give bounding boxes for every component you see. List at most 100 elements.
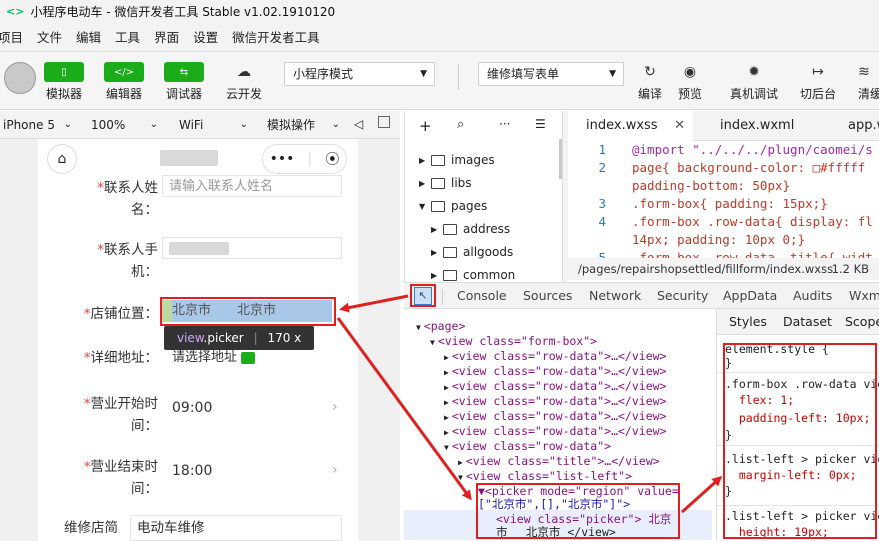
tab-styles[interactable]: Styles	[729, 309, 767, 335]
close-icon[interactable]: ✕	[674, 111, 685, 141]
picker-node-value: ["北京市",[],"北京市"]">	[478, 497, 630, 512]
caret-right-icon[interactable]: ▶	[444, 383, 449, 392]
preview-label: 预览	[677, 87, 702, 101]
node-text: <view class="row-data">…</view>	[451, 364, 667, 378]
caret-right-icon[interactable]: ▶	[444, 398, 449, 407]
wxml-node[interactable]: ▶ <view class="row-data">…</view>	[444, 364, 666, 379]
tab-network[interactable]: Network	[589, 283, 641, 309]
search-icon[interactable]: ⌕	[457, 117, 464, 132]
styles-tab-bar: Styles Dataset Scope	[717, 309, 879, 335]
caret-right-icon[interactable]: ▶	[444, 428, 449, 437]
close-time-value[interactable]: 18:00	[172, 463, 212, 479]
more-dots-icon[interactable]: •••	[270, 151, 295, 167]
style-prop[interactable]: padding-left: 10px;	[725, 411, 871, 426]
detach-icon[interactable]	[378, 116, 390, 128]
remote-debug-button[interactable]: ✹ 真机调试	[724, 62, 784, 102]
wxml-node[interactable]: ▶ <view class="row-data">…</view>	[444, 424, 666, 439]
tab-console[interactable]: Console	[457, 283, 507, 309]
file-size: 1.2 KB	[831, 262, 869, 276]
style-prop[interactable]: flex: 1;	[725, 393, 794, 408]
wxml-node[interactable]: ▼ <view class="list-left">	[458, 469, 632, 484]
tab-audits[interactable]: Audits	[793, 283, 832, 309]
wxml-node[interactable]: ▶ <view class="row-data">…</view>	[444, 379, 666, 394]
style-prop[interactable]: height: 19px;	[725, 525, 829, 540]
tab-index-wxml[interactable]: index.wxml	[702, 111, 822, 141]
menu-view[interactable]: 界面	[147, 27, 186, 46]
avatar[interactable]	[4, 62, 36, 94]
tab-scope[interactable]: Scope	[845, 309, 879, 335]
tree-folder-pages[interactable]: ▼ pages	[419, 199, 487, 213]
style-prop[interactable]: margin-left: 0px;	[725, 468, 857, 483]
add-file-icon[interactable]: +	[419, 117, 432, 135]
mode-select[interactable]: 小程序模式 ▼	[284, 62, 435, 86]
editor-button[interactable]: </> 编辑器	[94, 62, 154, 102]
contact-phone-input[interactable]	[162, 237, 342, 259]
tree-folder-address[interactable]: ▶ address	[431, 222, 510, 236]
wxml-node[interactable]: ▼ <view class="row-data">	[444, 439, 611, 454]
menu-tools[interactable]: 工具	[108, 27, 147, 46]
capsule-menu[interactable]: ••• | ⦿	[262, 144, 347, 174]
caret-right-icon[interactable]: ▶	[444, 353, 449, 362]
collapse-icon[interactable]: ☰	[535, 117, 546, 131]
cloud-dev-button[interactable]: ☁ 云开发	[214, 62, 274, 102]
network-select[interactable]: WiFi ⌄	[176, 115, 252, 135]
home-icon[interactable]: ⌂	[47, 144, 77, 174]
inspect-element-icon[interactable]: ↖	[414, 287, 432, 305]
caret-down-icon[interactable]: ▼	[416, 323, 421, 332]
region-picker[interactable]: 北京市 北京市	[162, 300, 332, 322]
clear-cache-button[interactable]: ≋ 清缓	[844, 62, 879, 102]
file-tree-pane: + ⌕ ··· ☰ ▶ images ▶ libs ▼ pages ▶ address …	[404, 111, 563, 283]
zoom-select[interactable]: 100% ⌄	[88, 115, 162, 135]
compile-target-select[interactable]: 维修填写表单 ▼	[478, 62, 624, 86]
editor-tab-bar: index.wxss ✕ index.wxml app.w	[568, 111, 879, 141]
caret-right-icon[interactable]: ▶	[458, 458, 463, 467]
line-number: 3	[598, 196, 606, 211]
menu-wechat-devtools[interactable]: 微信开发者工具	[225, 27, 327, 46]
open-time-value[interactable]: 09:00	[172, 400, 212, 416]
tree-folder-images[interactable]: ▶ images	[419, 153, 495, 167]
menu-settings[interactable]: 设置	[186, 27, 225, 46]
tab-index-wxss[interactable]: index.wxss ✕	[568, 111, 693, 141]
tree-folder-libs[interactable]: ▶ libs	[419, 176, 472, 190]
simulate-ops-select[interactable]: 模拟操作 ⌄	[264, 115, 344, 135]
contact-name-input[interactable]: 请输入联系人姓名	[162, 175, 342, 197]
device-select[interactable]: iPhone 5 ⌄	[0, 115, 76, 135]
wxml-node[interactable]: ▶ <view class="row-data">…</view>	[444, 349, 666, 364]
menu-file[interactable]: 文件	[30, 27, 69, 46]
folder-name: address	[463, 222, 511, 236]
background-button[interactable]: ↦ 切后台	[788, 62, 848, 102]
tab-dataset[interactable]: Dataset	[783, 309, 832, 335]
chevron-down-icon: ⌄	[331, 119, 340, 130]
folder-name: images	[451, 153, 495, 167]
caret-down-icon[interactable]: ▼	[444, 443, 449, 452]
shop-desc-input[interactable]: 电动车维修	[130, 515, 342, 541]
tree-folder-allgoods[interactable]: ▶ allgoods	[431, 245, 513, 259]
tab-appdata[interactable]: AppData	[723, 283, 777, 309]
tab-wxml[interactable]: Wxm	[849, 283, 879, 309]
tab-security[interactable]: Security	[657, 283, 708, 309]
wxml-node[interactable]: ▶ <view class="row-data">…</view>	[444, 409, 666, 424]
mute-icon[interactable]: ◁	[354, 117, 363, 131]
caret-right-icon[interactable]: ▶	[444, 368, 449, 377]
tab-app[interactable]: app.w	[830, 111, 879, 141]
debugger-button[interactable]: ⇆ 调试器	[154, 62, 214, 102]
caret-down-icon[interactable]: ▼	[458, 473, 463, 482]
address-select[interactable]: 请选择地址	[172, 347, 256, 369]
tab-sources[interactable]: Sources	[523, 283, 572, 309]
close-circle-icon[interactable]: ⦿	[325, 149, 339, 169]
ops-value: 模拟操作	[267, 118, 316, 132]
wxml-node[interactable]: ▼ <page>	[416, 319, 465, 334]
simulator-button[interactable]: ▯ 模拟器	[34, 62, 94, 102]
tree-folder-common[interactable]: ▶ common	[431, 268, 515, 282]
wxml-node[interactable]: ▶ <view class="row-data">…</view>	[444, 394, 666, 409]
wxml-node[interactable]: ▶ <view class="title">…</view>	[458, 454, 660, 469]
code-editor[interactable]: 1 @import "../../../plugn/caomei/s 2 page{…	[568, 141, 879, 258]
caret-right-icon[interactable]: ▶	[444, 413, 449, 422]
menu-project[interactable]: 项目	[0, 27, 30, 46]
caret-down-icon[interactable]: ▼	[430, 338, 435, 347]
menu-edit[interactable]: 编辑	[69, 27, 108, 46]
wxml-node[interactable]: ▼ <view class="form-box">	[430, 334, 597, 349]
node-text: <view class="row-data">…</view>	[451, 379, 667, 393]
more-icon[interactable]: ···	[499, 117, 510, 131]
preview-button[interactable]: ◉ 预览	[660, 62, 720, 102]
